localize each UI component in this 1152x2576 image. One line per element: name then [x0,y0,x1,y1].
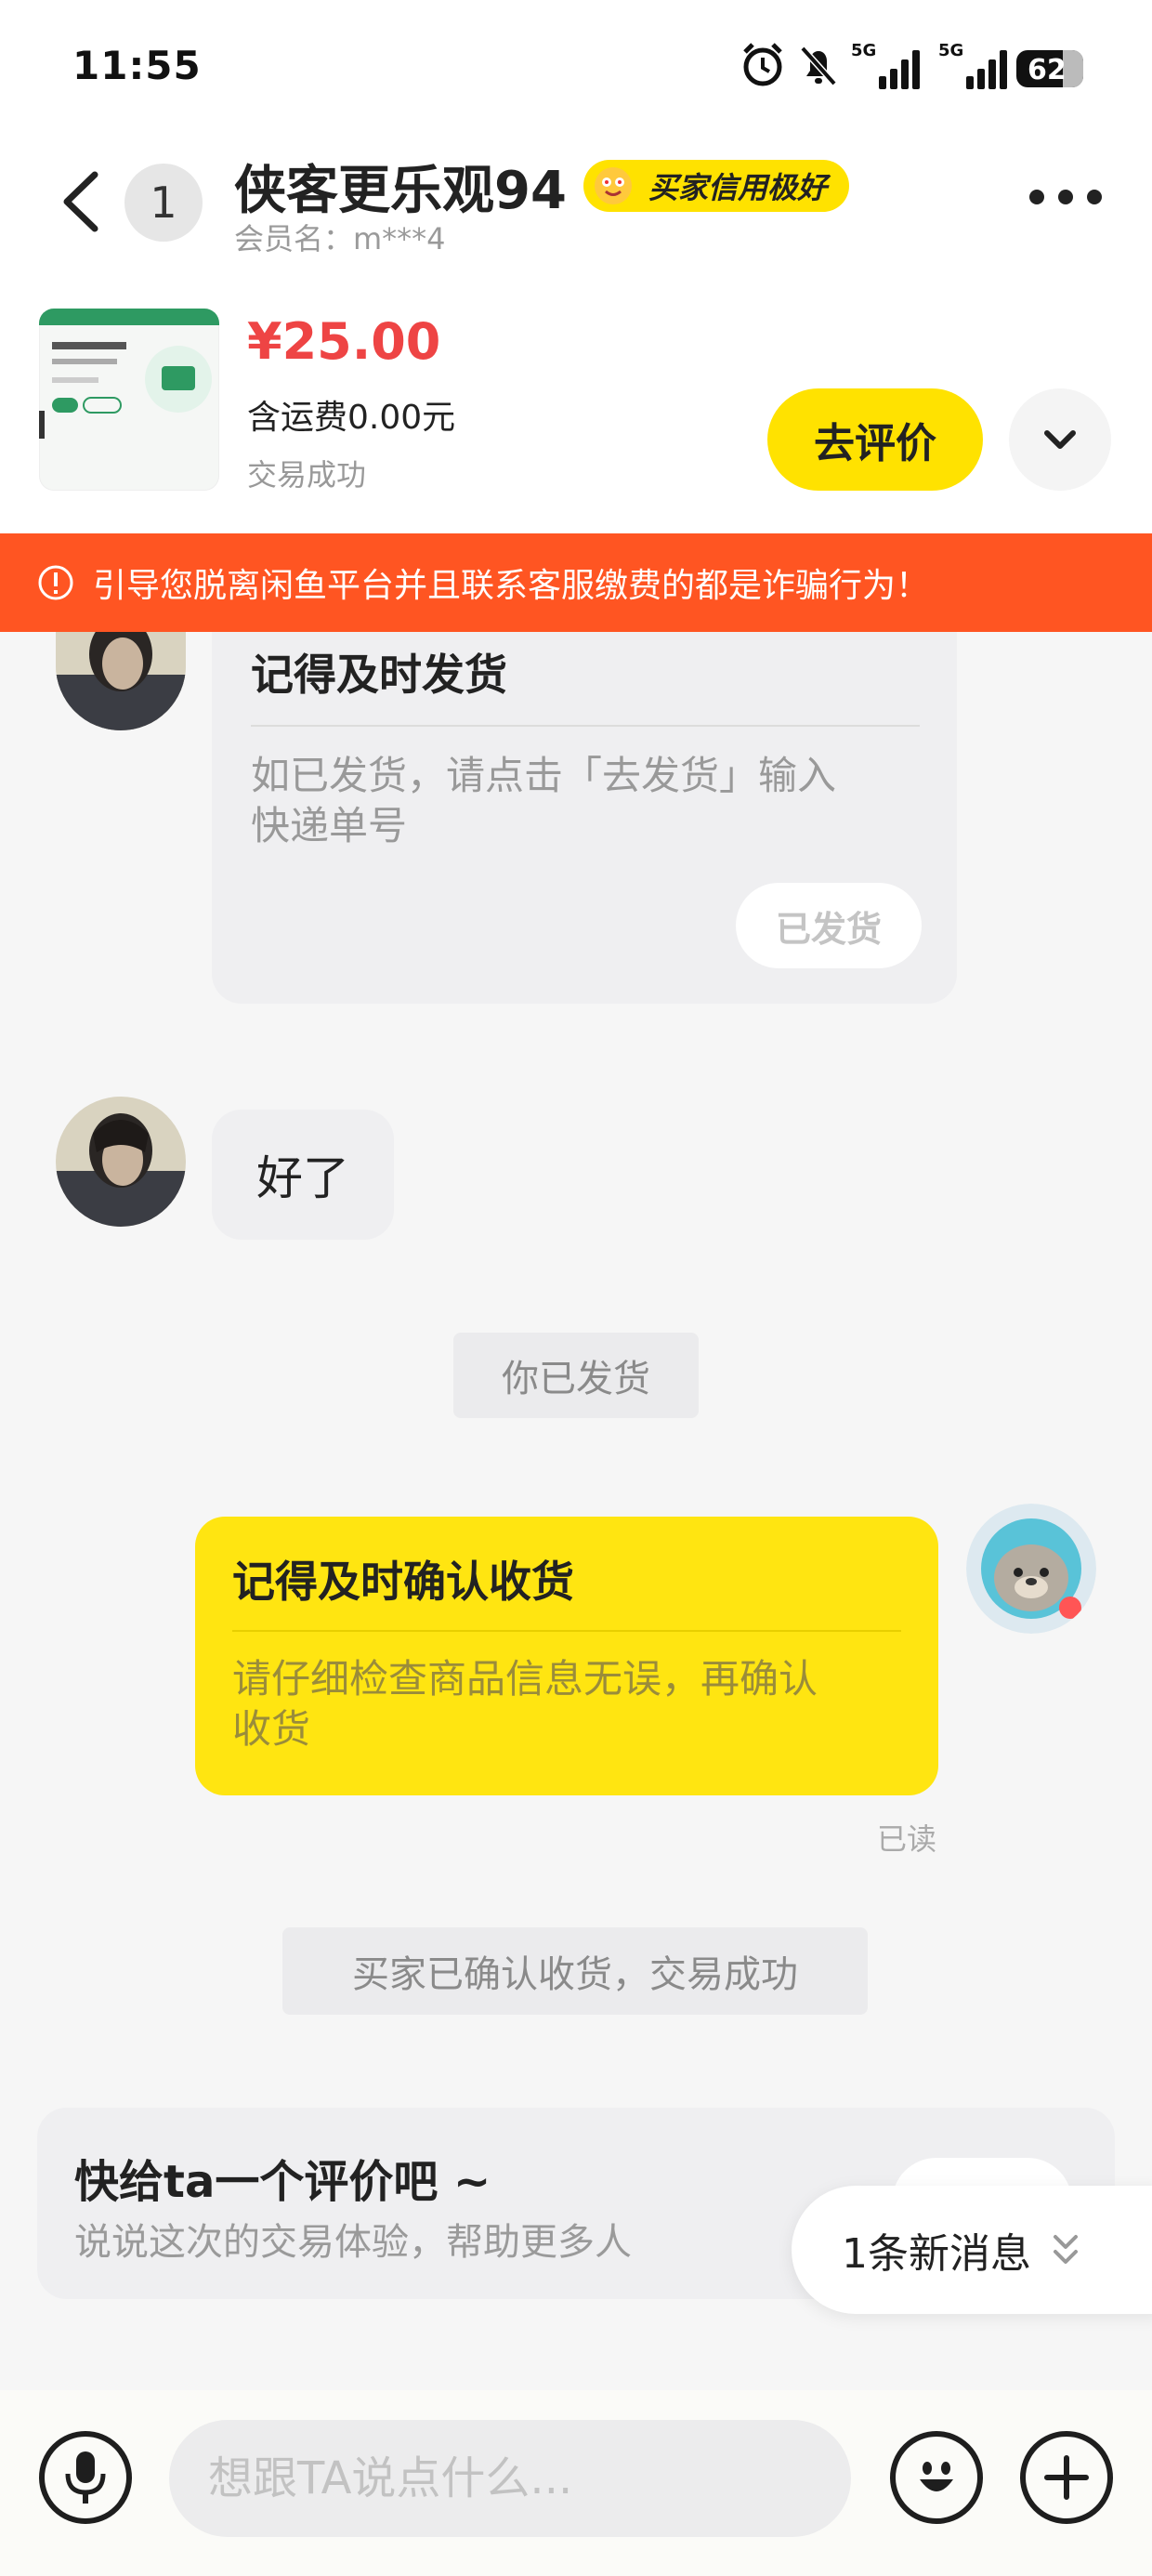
emoji-icon [920,2462,953,2491]
expand-button[interactable] [1009,388,1111,491]
confirm-card-title: 记得及时确认收货 [232,1557,574,1607]
network-5g-label-2: 5G [938,41,964,60]
shipping-fee: 含运费0.00元 [247,399,456,437]
warning-text-overlay: 引导您脱离闲鱼平台并且联系客服缴费的都是诈骗行为！ [93,567,930,605]
emoji-button[interactable] [890,2431,983,2524]
alarm-icon [743,43,782,86]
voice-button[interactable] [39,2431,132,2524]
contact-avatar-partial [56,632,186,730]
review-button[interactable]: 去评价 [767,388,983,491]
status-bar: 11:55 5G 5G 62 [0,0,1152,130]
double-chevron-down-icon [1054,2235,1078,2264]
shipped-button[interactable]: 已发货 [736,883,922,968]
product-price: ¥25.00 [247,312,441,371]
smile-face-icon [595,167,632,204]
more-options-icon[interactable] [1026,186,1106,208]
back-arrow-icon[interactable] [58,169,104,234]
network-5g-label-1: 5G [851,41,877,60]
microphone-icon [65,2451,106,2504]
read-receipt: 已读 [877,1821,937,1857]
confirm-receipt-card: 记得及时确认收货 请仔细检查商品信息无误，再确认 收货 [195,1517,938,1795]
review-prompt-subtitle: 说说这次的交易体验，帮助更多人 [74,2221,632,2264]
mute-bell-icon [800,46,837,86]
add-button[interactable] [1020,2431,1113,2524]
credit-badge[interactable]: 买家信用极好 [583,160,850,212]
ship-card-body-line2: 快递单号 [251,803,408,848]
product-thumbnail[interactable] [39,309,219,491]
signal-5g-2-icon: 5G [938,41,1011,89]
new-message-label: 1条新消息 [842,2230,1031,2278]
review-prompt-title: 快给ta一个评价吧 ~ [74,2156,491,2208]
battery-icon: 62 [1016,50,1083,87]
trade-status: 交易成功 [247,457,367,493]
credit-badge-label: 买家信用极好 [648,170,828,205]
card-divider [251,725,920,727]
warning-icon [38,565,73,600]
system-message-shipped: 你已发货 [453,1333,699,1418]
member-name-label: 会员名：m***4 [234,221,446,256]
ship-reminder-card: 记得及时发货 如已发货，请点击「去发货」输入 快递单号 已发货 [212,604,957,1004]
system-message-confirmed: 买家已确认收货，交易成功 [282,1927,868,2015]
unread-count-badge[interactable]: 1 [124,164,203,242]
confirm-card-body-line1: 请仔细检查商品信息无误，再确认 [232,1656,818,1702]
my-avatar[interactable] [966,1504,1096,1634]
contact-avatar[interactable] [56,1097,186,1227]
ship-card-title: 记得及时发货 [251,650,507,700]
signal-5g-1-icon: 5G [851,41,923,89]
message-input[interactable] [169,2420,851,2537]
confirm-card-body-line2: 收货 [232,1706,311,1752]
contact-name: 侠客更乐观94 [234,161,567,221]
new-message-pill[interactable]: 1条新消息 [792,2186,1152,2314]
battery-level: 62 [1028,54,1067,86]
message-bubble: 好了 [212,1110,394,1240]
fraud-warning-banner-overlay: 引导您脱离闲鱼平台并且联系客服缴费的都是诈骗行为！ [0,533,1152,632]
product-image [39,309,219,439]
status-time: 11:55 [72,43,202,88]
ship-card-body-line1: 如已发货，请点击「去发货」输入 [251,753,837,798]
card-divider [232,1630,901,1632]
plus-icon [1044,2455,1089,2500]
chevron-down-icon [1044,430,1076,449]
